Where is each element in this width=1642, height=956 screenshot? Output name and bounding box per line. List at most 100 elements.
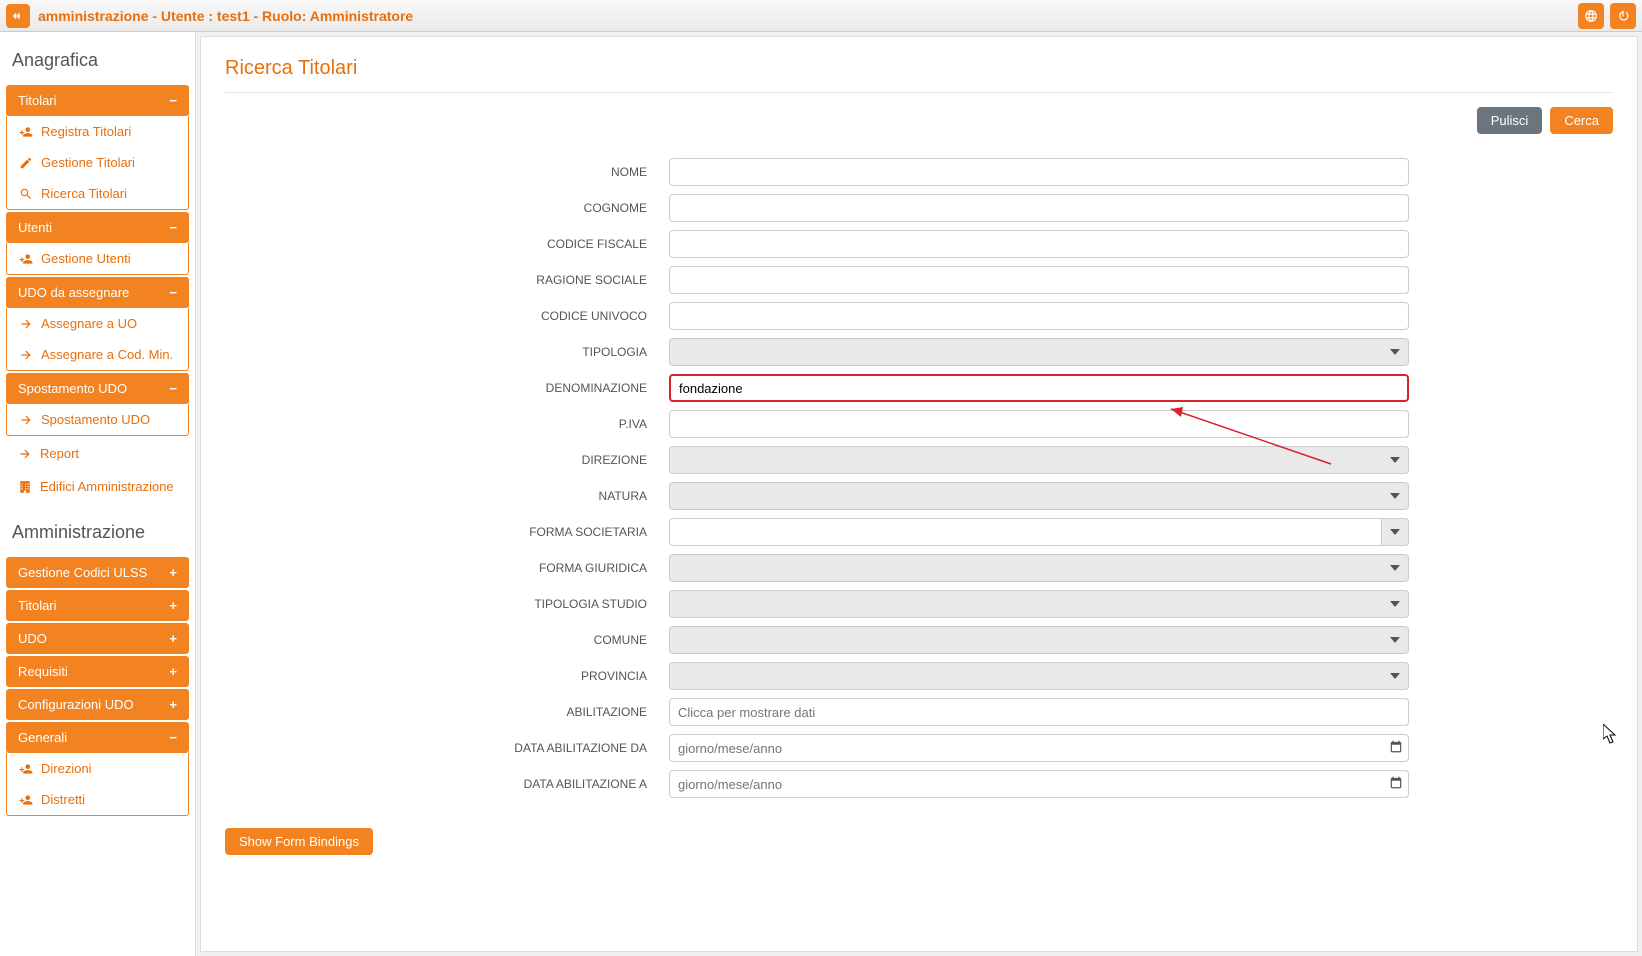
data-da-input[interactable] bbox=[669, 734, 1409, 762]
label-data-da: DATA ABILITAZIONE DA bbox=[429, 741, 669, 755]
main-content: Ricerca Titolari Pulisci Cerca NOME COGN… bbox=[200, 36, 1638, 952]
label-provincia: PROVINCIA bbox=[429, 669, 669, 683]
label-forma-giu: FORMA GIURIDICA bbox=[429, 561, 669, 575]
sidebar: Anagrafica Titolari− Registra Titolari G… bbox=[0, 32, 196, 956]
codice-univoco-input[interactable] bbox=[669, 302, 1409, 330]
pulisci-button[interactable]: Pulisci bbox=[1477, 107, 1543, 134]
page-title: Ricerca Titolari bbox=[225, 57, 1613, 93]
chevron-down-icon bbox=[1390, 635, 1400, 645]
arrow-right-icon bbox=[19, 317, 33, 331]
user-plus-icon bbox=[19, 793, 33, 807]
comune-dropdown[interactable] bbox=[669, 626, 1409, 654]
minus-icon: − bbox=[169, 730, 177, 745]
chevron-down-icon bbox=[1390, 599, 1400, 609]
chevron-down-icon bbox=[1390, 527, 1400, 537]
nav-ricerca-titolari[interactable]: Ricerca Titolari bbox=[7, 178, 188, 209]
label-univoco: CODICE UNIVOCO bbox=[429, 309, 669, 323]
accordion-utenti[interactable]: Utenti− bbox=[6, 212, 189, 243]
cognome-input[interactable] bbox=[669, 194, 1409, 222]
label-denominazione: DENOMINAZIONE bbox=[429, 381, 669, 395]
minus-icon: − bbox=[169, 220, 177, 235]
nav-direzioni[interactable]: Direzioni bbox=[7, 753, 188, 784]
nav-report[interactable]: Report bbox=[6, 438, 189, 469]
cursor-icon bbox=[1603, 724, 1619, 747]
arrow-right-icon bbox=[19, 413, 33, 427]
nav-edifici[interactable]: Edifici Amministrazione bbox=[6, 471, 189, 502]
section-anagrafica: Anagrafica bbox=[0, 32, 195, 83]
forma-giuridica-dropdown[interactable] bbox=[669, 554, 1409, 582]
plus-icon: + bbox=[169, 697, 177, 712]
show-form-bindings-button[interactable]: Show Form Bindings bbox=[225, 828, 373, 855]
chevron-down-icon bbox=[1390, 455, 1400, 465]
plus-icon: + bbox=[169, 664, 177, 679]
label-data-a: DATA ABILITAZIONE A bbox=[429, 777, 669, 791]
tipologia-dropdown[interactable] bbox=[669, 338, 1409, 366]
chevron-down-icon bbox=[1390, 491, 1400, 501]
tipologia-studio-dropdown[interactable] bbox=[669, 590, 1409, 618]
collapse-sidebar-button[interactable] bbox=[6, 4, 30, 28]
nome-input[interactable] bbox=[669, 158, 1409, 186]
user-plus-icon bbox=[19, 125, 33, 139]
plus-icon: + bbox=[169, 631, 177, 646]
edit-icon bbox=[19, 156, 33, 170]
search-icon bbox=[19, 187, 33, 201]
label-direzione: DIREZIONE bbox=[429, 453, 669, 467]
chevron-down-icon bbox=[1390, 563, 1400, 573]
building-icon bbox=[18, 480, 32, 494]
nav-spostamento-udo[interactable]: Spostamento UDO bbox=[7, 404, 188, 435]
direzione-dropdown[interactable] bbox=[669, 446, 1409, 474]
accordion-udo[interactable]: UDO+ bbox=[6, 623, 189, 654]
label-tipologia: TIPOLOGIA bbox=[429, 345, 669, 359]
accordion-generali[interactable]: Generali− bbox=[6, 722, 189, 753]
accordion-titolari[interactable]: Titolari− bbox=[6, 85, 189, 116]
arrow-right-icon bbox=[19, 348, 33, 362]
label-nome: NOME bbox=[429, 165, 669, 179]
denominazione-input[interactable] bbox=[669, 374, 1409, 402]
plus-icon: + bbox=[169, 598, 177, 613]
nav-registra-titolari[interactable]: Registra Titolari bbox=[7, 116, 188, 147]
nav-assegnare-cod[interactable]: Assegnare a Cod. Min. bbox=[7, 339, 188, 370]
calendar-icon[interactable] bbox=[1389, 776, 1403, 793]
natura-dropdown[interactable] bbox=[669, 482, 1409, 510]
label-cf: CODICE FISCALE bbox=[429, 237, 669, 251]
ragione-sociale-input[interactable] bbox=[669, 266, 1409, 294]
chevron-down-icon bbox=[1390, 347, 1400, 357]
forma-societaria-input[interactable] bbox=[669, 518, 1382, 546]
label-natura: NATURA bbox=[429, 489, 669, 503]
nav-gestione-utenti[interactable]: Gestione Utenti bbox=[7, 243, 188, 274]
forma-societaria-dropdown-btn[interactable] bbox=[1382, 518, 1409, 546]
accordion-requisiti[interactable]: Requisiti+ bbox=[6, 656, 189, 687]
label-cognome: COGNOME bbox=[429, 201, 669, 215]
nav-assegnare-uo[interactable]: Assegnare a UO bbox=[7, 308, 188, 339]
label-tipologia-studio: TIPOLOGIA STUDIO bbox=[429, 597, 669, 611]
label-comune: COMUNE bbox=[429, 633, 669, 647]
section-amministrazione: Amministrazione bbox=[0, 504, 195, 555]
piva-input[interactable] bbox=[669, 410, 1409, 438]
nav-distretti[interactable]: Distretti bbox=[7, 784, 188, 815]
calendar-icon[interactable] bbox=[1389, 740, 1403, 757]
accordion-spostamento[interactable]: Spostamento UDO− bbox=[6, 373, 189, 404]
chevron-down-icon bbox=[1390, 671, 1400, 681]
codice-fiscale-input[interactable] bbox=[669, 230, 1409, 258]
label-forma-soc: FORMA SOCIETARIA bbox=[429, 525, 669, 539]
minus-icon: − bbox=[169, 93, 177, 108]
label-ragione: RAGIONE SOCIALE bbox=[429, 273, 669, 287]
accordion-gestione-codici[interactable]: Gestione Codici ULSS+ bbox=[6, 557, 189, 588]
accordion-config-udo[interactable]: Configurazioni UDO+ bbox=[6, 689, 189, 720]
arrow-right-icon bbox=[18, 447, 32, 461]
cerca-button[interactable]: Cerca bbox=[1550, 107, 1613, 134]
abilitazione-input[interactable] bbox=[669, 698, 1409, 726]
minus-icon: − bbox=[169, 285, 177, 300]
power-button[interactable] bbox=[1610, 3, 1636, 29]
globe-button[interactable] bbox=[1578, 3, 1604, 29]
accordion-udo-assegnare[interactable]: UDO da assegnare− bbox=[6, 277, 189, 308]
app-title: amministrazione - Utente : test1 - Ruolo… bbox=[38, 8, 413, 24]
topbar: amministrazione - Utente : test1 - Ruolo… bbox=[0, 0, 1642, 32]
nav-gestione-titolari[interactable]: Gestione Titolari bbox=[7, 147, 188, 178]
user-plus-icon bbox=[19, 762, 33, 776]
provincia-dropdown[interactable] bbox=[669, 662, 1409, 690]
plus-icon: + bbox=[169, 565, 177, 580]
data-a-input[interactable] bbox=[669, 770, 1409, 798]
accordion-titolari2[interactable]: Titolari+ bbox=[6, 590, 189, 621]
minus-icon: − bbox=[169, 381, 177, 396]
